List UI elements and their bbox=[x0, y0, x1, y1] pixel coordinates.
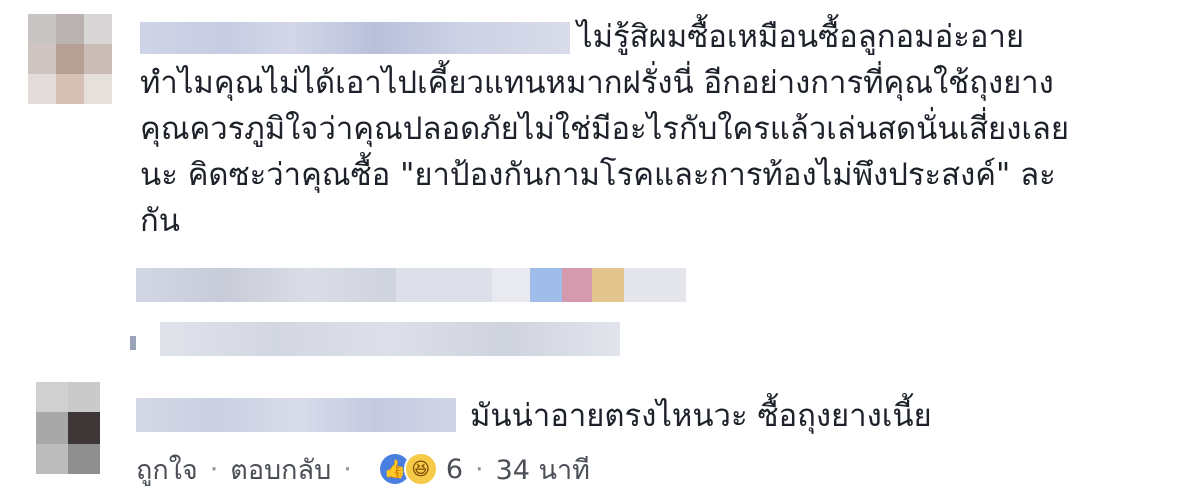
timestamp-link[interactable]: 34 นาที bbox=[496, 448, 590, 491]
comment1-line: คุณควรภูมิใจว่าคุณปลอดภัยไม่ใช่มีอะไรกับ… bbox=[140, 111, 1070, 147]
comment2-body: มันน่าอายตรงไหนวะ ซื้อถุงยางเนี้ย bbox=[470, 398, 932, 434]
comment1-actions-blurred bbox=[136, 268, 686, 302]
comment1-line: ทำไมคุณไม่ได้เอาไปเคี้ยวแทนหมากฝรั่งนี่ … bbox=[140, 65, 1054, 101]
comment1-line: กัน bbox=[140, 203, 180, 239]
separator: · bbox=[475, 453, 484, 485]
separator: · bbox=[343, 453, 352, 485]
comment2-author-name[interactable] bbox=[136, 398, 456, 432]
like-link[interactable]: ถูกใจ bbox=[136, 448, 198, 491]
comment2-avatar[interactable] bbox=[36, 382, 100, 474]
comment1-body: ไม่รู้สิผมซื้อเหมือนซื้อลูกอมอ่ะอาย ทำไม… bbox=[140, 14, 1180, 244]
comment1-avatar[interactable] bbox=[28, 14, 112, 104]
separator: · bbox=[209, 453, 219, 485]
comment2-actions: ถูกใจ · ตอบกลับ · 👍 😆 6 · 34 นาที bbox=[136, 449, 590, 489]
like-reaction-icon bbox=[530, 268, 562, 302]
reply-link[interactable]: ตอบกลับ bbox=[230, 448, 331, 491]
love-reaction-icon bbox=[562, 268, 592, 302]
haha-reaction-icon: 😆 bbox=[403, 452, 438, 486]
comment1-line: นะ คิดซะว่าคุณซื้อ "ยาป้องกันกามโรคและกา… bbox=[140, 157, 1056, 193]
haha-reaction-icon bbox=[592, 268, 624, 302]
reaction-count: 6 bbox=[445, 453, 463, 485]
reactions-summary[interactable]: 👍 😆 6 bbox=[379, 452, 463, 486]
comment1-line: ไม่รู้สิผมซื้อเหมือนซื้อลูกอมอ่ะอาย bbox=[577, 19, 1025, 55]
view-replies-blurred[interactable] bbox=[120, 322, 620, 356]
